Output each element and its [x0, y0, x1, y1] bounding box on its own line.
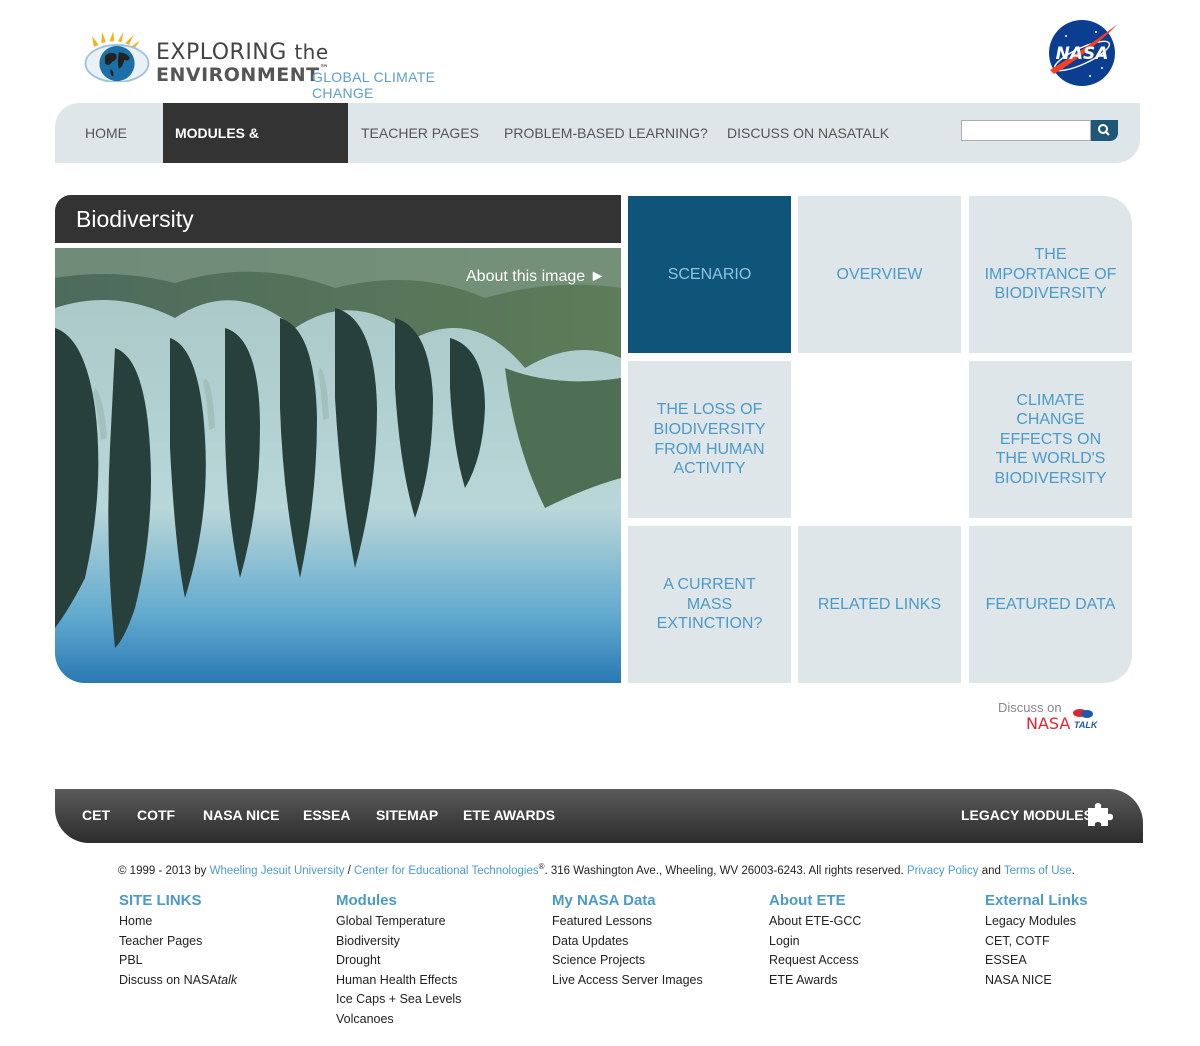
footer-link-legacy-modules[interactable]: Legacy Modules — [985, 914, 1185, 934]
footer-nav-legacy-modules[interactable]: LEGACY MODULES — [961, 807, 1093, 823]
nasatalk-nasa-text: NASA — [1026, 714, 1071, 733]
nav-modules-activities[interactable]: MODULES & ACTIVITIES — [163, 103, 348, 201]
footer-nav-sitemap[interactable]: SITEMAP — [376, 807, 438, 823]
footer-link-volcanoes[interactable]: Volcanoes — [336, 1012, 536, 1032]
main-nav: HOME MODULES & ACTIVITIES TEACHER PAGES … — [55, 103, 1140, 201]
footer-link-ice-caps-sea-levels[interactable]: Ice Caps + Sea Levels — [336, 992, 536, 1012]
nav-home[interactable]: HOME — [85, 103, 127, 163]
footer-link-data-updates[interactable]: Data Updates — [552, 934, 752, 954]
footer-link-login[interactable]: Login — [769, 934, 969, 954]
site-logo[interactable]: EXPLORING the ENVIRONMENT™ GLOBAL CLIMAT… — [80, 14, 500, 101]
tile-empty — [798, 361, 961, 518]
search-button[interactable] — [1091, 120, 1118, 141]
footer-link-biodiversity[interactable]: Biodiversity — [336, 934, 536, 954]
discuss-on-nasatalk-link[interactable]: Discuss on NASA TALK — [998, 700, 1108, 736]
footer-link-nasa-nice[interactable]: NASA NICE — [985, 973, 1185, 993]
footer-col-external-links: External Links Legacy Modules CET, COTF … — [985, 892, 1185, 992]
footer-link-ete-awards[interactable]: ETE Awards — [769, 973, 969, 993]
privacy-policy-link[interactable]: Privacy Policy — [907, 865, 979, 877]
footer-nav-cet[interactable]: CET — [82, 807, 110, 823]
footer-col-site-links: SITE LINKS Home Teacher Pages PBL Discus… — [119, 892, 319, 992]
page-title-bar: Biodiversity — [55, 195, 621, 243]
cet-link[interactable]: Center for Educational Technologies — [354, 865, 539, 877]
footer-nav-bar: CET COTF NASA NICE ESSEA SITEMAP ETE AWA… — [55, 789, 1143, 843]
nasatalk-talk-text: TALK — [1074, 720, 1098, 730]
footer-link-essea[interactable]: ESSEA — [985, 953, 1185, 973]
tile-importance-of-biodiversity[interactable]: THE IMPORTANCE OF BIODIVERSITY — [969, 196, 1132, 353]
footer-col-heading: External Links — [985, 892, 1088, 909]
page-title: Biodiversity — [76, 206, 194, 232]
footer-col-about-ete: About ETE About ETE-GCC Login Request Ac… — [769, 892, 969, 992]
footer-link-drought[interactable]: Drought — [336, 953, 536, 973]
tile-climate-change-effects[interactable]: CLIMATE CHANGE EFFECTS ON THE WORLD'S BI… — [969, 361, 1132, 518]
tile-loss-of-biodiversity[interactable]: THE LOSS OF BIODIVERSITY FROM HUMAN ACTI… — [628, 361, 791, 518]
search-input[interactable] — [961, 120, 1091, 141]
speech-bubble-icon — [1073, 709, 1093, 718]
footer-link-human-health-effects[interactable]: Human Health Effects — [336, 973, 536, 993]
nav-discuss-nasatalk[interactable]: DISCUSS ON NASATALK — [727, 103, 889, 163]
footer-link-science-projects[interactable]: Science Projects — [552, 953, 752, 973]
discuss-label: Discuss on — [998, 700, 1062, 715]
footer-link-pbl[interactable]: PBL — [119, 953, 319, 973]
footer-nav-cotf[interactable]: COTF — [137, 807, 175, 823]
logo-subtitle: GLOBAL CLIMATE CHANGE — [312, 69, 436, 101]
nav-teacher-pages[interactable]: TEACHER PAGES — [361, 103, 479, 163]
tile-current-mass-extinction[interactable]: A CURRENT MASS EXTINCTION? — [628, 526, 791, 683]
footer-link-global-temperature[interactable]: Global Temperature — [336, 914, 536, 934]
footer-col-heading: SITE LINKS — [119, 892, 202, 909]
logo-title-line1: EXPLORING the — [156, 40, 329, 65]
footer-col-heading: My NASA Data — [552, 892, 656, 909]
tile-overview[interactable]: OVERVIEW — [798, 196, 961, 353]
footer-link-about-ete-gcc[interactable]: About ETE-GCC — [769, 914, 969, 934]
satellite-image — [55, 248, 621, 683]
nav-problem-based-learning[interactable]: PROBLEM-BASED LEARNING? — [504, 103, 708, 163]
about-this-image-link[interactable]: About this image ► — [466, 268, 605, 286]
footer-col-modules: Modules Global Temperature Biodiversity … — [336, 892, 536, 1031]
nasa-logo[interactable]: NASA — [1046, 18, 1118, 88]
footer-link-home[interactable]: Home — [119, 914, 319, 934]
footer-col-my-nasa-data: My NASA Data Featured Lessons Data Updat… — [552, 892, 752, 992]
tile-scenario[interactable]: SCENARIO — [628, 196, 791, 353]
footer-link-discuss-nasatalk[interactable]: Discuss on NASAtalk — [119, 973, 319, 993]
globe-sun-icon — [84, 32, 150, 82]
wheeling-jesuit-link[interactable]: Wheeling Jesuit University — [210, 865, 345, 877]
footer-nav-ete-awards[interactable]: ETE AWARDS — [463, 807, 555, 823]
footer-link-teacher-pages[interactable]: Teacher Pages — [119, 934, 319, 954]
footer-link-live-access-server[interactable]: Live Access Server Images — [552, 973, 752, 993]
logo-title-line2: ENVIRONMENT™ — [156, 64, 330, 86]
footer-nav-nasa-nice[interactable]: NASA NICE — [203, 807, 280, 823]
tile-featured-data[interactable]: FEATURED DATA — [969, 526, 1132, 683]
footer-link-request-access[interactable]: Request Access — [769, 953, 969, 973]
puzzle-piece-icon — [1088, 803, 1113, 826]
nasa-logo-text: NASA — [1056, 44, 1109, 64]
footer-nav-essea[interactable]: ESSEA — [303, 807, 350, 823]
terms-of-use-link[interactable]: Terms of Use — [1004, 865, 1072, 877]
copyright-line: © 1999 - 2013 by Wheeling Jesuit Univers… — [118, 862, 1075, 877]
footer-link-featured-lessons[interactable]: Featured Lessons — [552, 914, 752, 934]
footer-col-heading: Modules — [336, 892, 397, 909]
footer-col-heading: About ETE — [769, 892, 846, 909]
tile-related-links[interactable]: RELATED LINKS — [798, 526, 961, 683]
search-icon — [1098, 124, 1110, 136]
footer-link-cet-cotf[interactable]: CET, COTF — [985, 934, 1185, 954]
